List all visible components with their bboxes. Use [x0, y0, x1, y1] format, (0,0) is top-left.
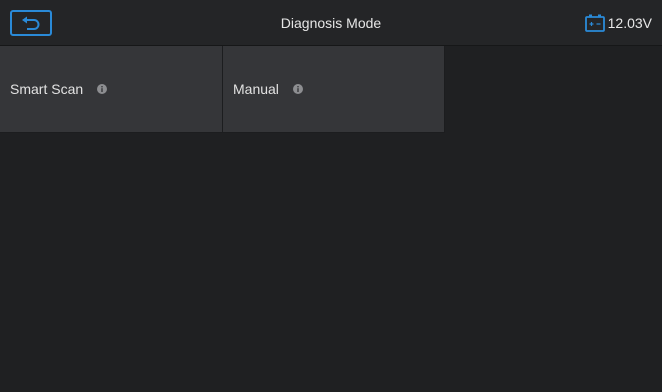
- manual-tile[interactable]: Manual: [223, 46, 445, 133]
- diagnosis-mode-screen: Diagnosis Mode 12.03V Smart Scan Manual: [0, 0, 662, 392]
- info-icon[interactable]: [292, 84, 303, 94]
- battery-voltage: 12.03V: [607, 15, 652, 31]
- smart-scan-tile[interactable]: Smart Scan: [0, 46, 223, 133]
- smart-scan-label: Smart Scan: [10, 81, 84, 97]
- page-title: Diagnosis Mode: [280, 15, 382, 31]
- manual-label: Manual: [233, 81, 279, 97]
- battery-icon: [584, 14, 605, 32]
- top-bar: Diagnosis Mode 12.03V: [0, 0, 662, 46]
- battery-status: 12.03V: [584, 13, 652, 33]
- info-icon[interactable]: [97, 84, 108, 94]
